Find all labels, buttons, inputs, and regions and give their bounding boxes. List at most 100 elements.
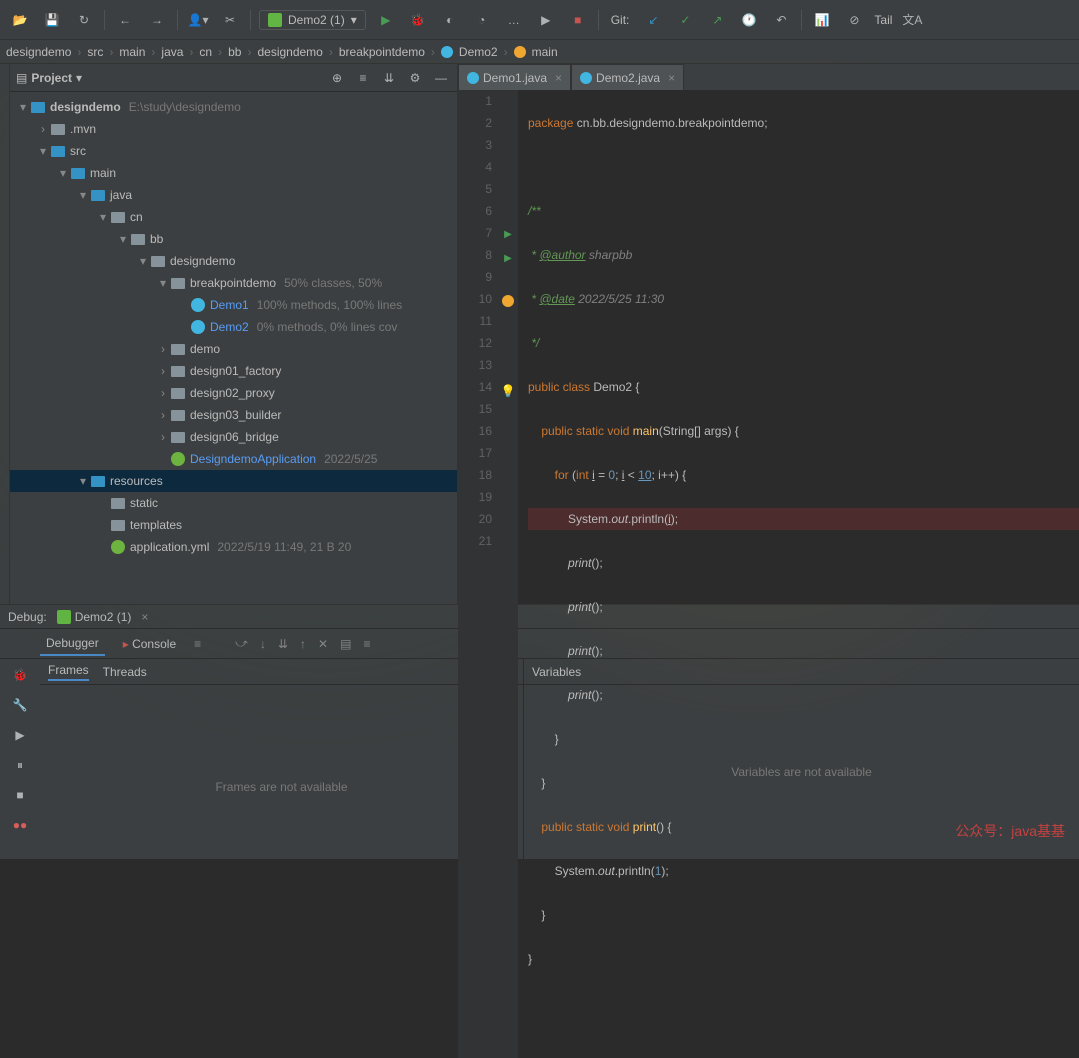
debug-icon[interactable]: 🐞: [406, 8, 430, 32]
bulb-icon[interactable]: 💡: [501, 384, 516, 398]
step-out-icon[interactable]: ↑: [300, 637, 306, 651]
tree-meta: 50% classes, 50%: [284, 276, 382, 290]
tree-label: templates: [130, 518, 182, 532]
git-label: Git:: [611, 13, 630, 27]
view-bp-icon[interactable]: ●●: [10, 815, 30, 835]
forward-icon[interactable]: →: [145, 8, 169, 32]
class-icon: [441, 46, 453, 58]
chevron-down-icon: ▾: [351, 13, 357, 27]
rerun-icon[interactable]: 🐞: [10, 665, 30, 685]
block-icon[interactable]: ⊘: [842, 8, 866, 32]
tree-label: java: [110, 188, 132, 202]
scissors-icon[interactable]: ✂: [218, 8, 242, 32]
tree-meta: 2022/5/25: [324, 452, 377, 466]
eval-icon[interactable]: ▤: [340, 637, 351, 651]
attach-icon[interactable]: …: [502, 8, 526, 32]
open-icon[interactable]: 📂: [8, 8, 32, 32]
tree-label: resources: [110, 474, 163, 488]
breadcrumb-bar: designdemo› src› main› java› cn› bb› des…: [0, 40, 1079, 64]
tree-label: main: [90, 166, 116, 180]
expand-icon[interactable]: ≡: [353, 68, 373, 88]
step-over-icon[interactable]: ⤻: [235, 636, 248, 651]
run-gutter-icon[interactable]: ▶: [504, 229, 512, 240]
breadcrumb-item[interactable]: java: [161, 45, 183, 59]
stop-icon[interactable]: ■: [10, 785, 30, 805]
breadcrumb-item[interactable]: src: [87, 45, 103, 59]
code-body[interactable]: package cn.bb.designdemo.breakpointdemo;…: [518, 90, 1079, 1058]
user-icon[interactable]: 👤▾: [186, 8, 210, 32]
close-icon[interactable]: ×: [555, 71, 562, 85]
method-icon: [514, 46, 526, 58]
modify-icon[interactable]: 🔧: [10, 695, 30, 715]
profile-icon[interactable]: ◔: [470, 8, 494, 32]
close-icon[interactable]: ×: [141, 610, 148, 624]
tree-label: cn: [130, 210, 143, 224]
back-icon[interactable]: ←: [113, 8, 137, 32]
select-opened-icon[interactable]: ⊕: [327, 68, 347, 88]
tree-label: bb: [150, 232, 163, 246]
threads-tab[interactable]: Threads: [103, 665, 147, 679]
run-icon[interactable]: ▶: [374, 8, 398, 32]
tree-label: designdemo: [50, 100, 121, 114]
step-into-icon[interactable]: ↓: [260, 637, 266, 651]
collapse-icon[interactable]: ⇊: [379, 68, 399, 88]
breakpoint-icon[interactable]: [502, 295, 514, 307]
breadcrumb-item[interactable]: main: [119, 45, 145, 59]
translate-icon[interactable]: 文A: [900, 8, 924, 32]
breadcrumb-item[interactable]: designdemo: [257, 45, 322, 59]
refresh-icon[interactable]: ↻: [72, 8, 96, 32]
git-revert-icon[interactable]: ↶: [769, 8, 793, 32]
stop-icon[interactable]: ▶: [534, 8, 558, 32]
tree-label: designdemo: [170, 254, 235, 268]
editor-tab[interactable]: Demo2.java ×: [571, 64, 684, 90]
frames-empty: Frames are not available: [40, 715, 523, 859]
resume-icon[interactable]: ▶: [10, 725, 30, 745]
drop-frame-icon[interactable]: ✕: [318, 637, 328, 651]
frames-tab[interactable]: Frames: [48, 663, 89, 681]
console-tab[interactable]: ▸ Console: [117, 633, 182, 655]
debug-side-toolbar: 🐞 🔧 ▶ ⏸ ■ ●●: [0, 659, 40, 859]
git-history-icon[interactable]: 🕐: [737, 8, 761, 32]
git-update-icon[interactable]: ↙: [641, 8, 665, 32]
hide-icon[interactable]: —: [431, 68, 451, 88]
save-icon[interactable]: 💾: [40, 8, 64, 32]
git-push-icon[interactable]: ↗: [705, 8, 729, 32]
breadcrumb-item[interactable]: designdemo: [6, 45, 71, 59]
close-icon[interactable]: ×: [668, 71, 675, 85]
debugger-tab[interactable]: Debugger: [40, 632, 105, 656]
breadcrumb-item[interactable]: main: [532, 45, 558, 59]
tree-label: application.yml: [130, 540, 209, 554]
breadcrumb-item[interactable]: cn: [199, 45, 212, 59]
settings-icon[interactable]: ⚙: [405, 68, 425, 88]
tree-label: static: [130, 496, 158, 510]
git-commit-icon[interactable]: ✓: [673, 8, 697, 32]
project-tree[interactable]: ▾designdemoE:\study\designdemo ›.mvn ▾sr…: [10, 92, 457, 604]
stop2-icon[interactable]: ■: [566, 8, 590, 32]
run-config-label: Demo2 (1): [288, 13, 345, 27]
chevron-down-icon[interactable]: ▾: [76, 71, 82, 85]
gutter-icons[interactable]: ▶ ▶ 💡: [498, 90, 518, 1058]
chart-icon[interactable]: 📊: [810, 8, 834, 32]
project-panel: ▤ Project ▾ ⊕ ≡ ⇊ ⚙ — ▾designdemoE:\stud…: [10, 64, 458, 604]
run-gutter-icon[interactable]: ▶: [504, 253, 512, 264]
tree-label: Demo2: [210, 320, 249, 334]
tree-meta: E:\study\designdemo: [129, 100, 241, 114]
run-config-selector[interactable]: Demo2 (1) ▾: [259, 10, 366, 30]
frames-panel: Frames Threads ↑ ↓ ▼ ▾ Frames are not av…: [40, 659, 524, 859]
editor-tab[interactable]: Demo1.java ×: [458, 64, 571, 90]
java-icon: [580, 72, 592, 84]
breadcrumb-item[interactable]: bb: [228, 45, 241, 59]
pause-icon[interactable]: ⏸: [10, 755, 30, 775]
coverage-icon[interactable]: ◐: [438, 8, 462, 32]
tab-label: Demo2.java: [596, 71, 660, 85]
breadcrumb-item[interactable]: breakpointdemo: [339, 45, 425, 59]
layout-icon[interactable]: ≡: [194, 637, 201, 651]
tree-label: breakpointdemo: [190, 276, 276, 290]
breadcrumb-item[interactable]: Demo2: [459, 45, 498, 59]
tree-meta: 0% methods, 0% lines cov: [257, 320, 398, 334]
tree-label: src: [70, 144, 86, 158]
tab-label: Demo1.java: [483, 71, 547, 85]
debug-config[interactable]: Demo2 (1): [57, 610, 132, 624]
force-step-icon[interactable]: ⇊: [278, 637, 288, 651]
more-icon[interactable]: ≡: [363, 637, 370, 651]
